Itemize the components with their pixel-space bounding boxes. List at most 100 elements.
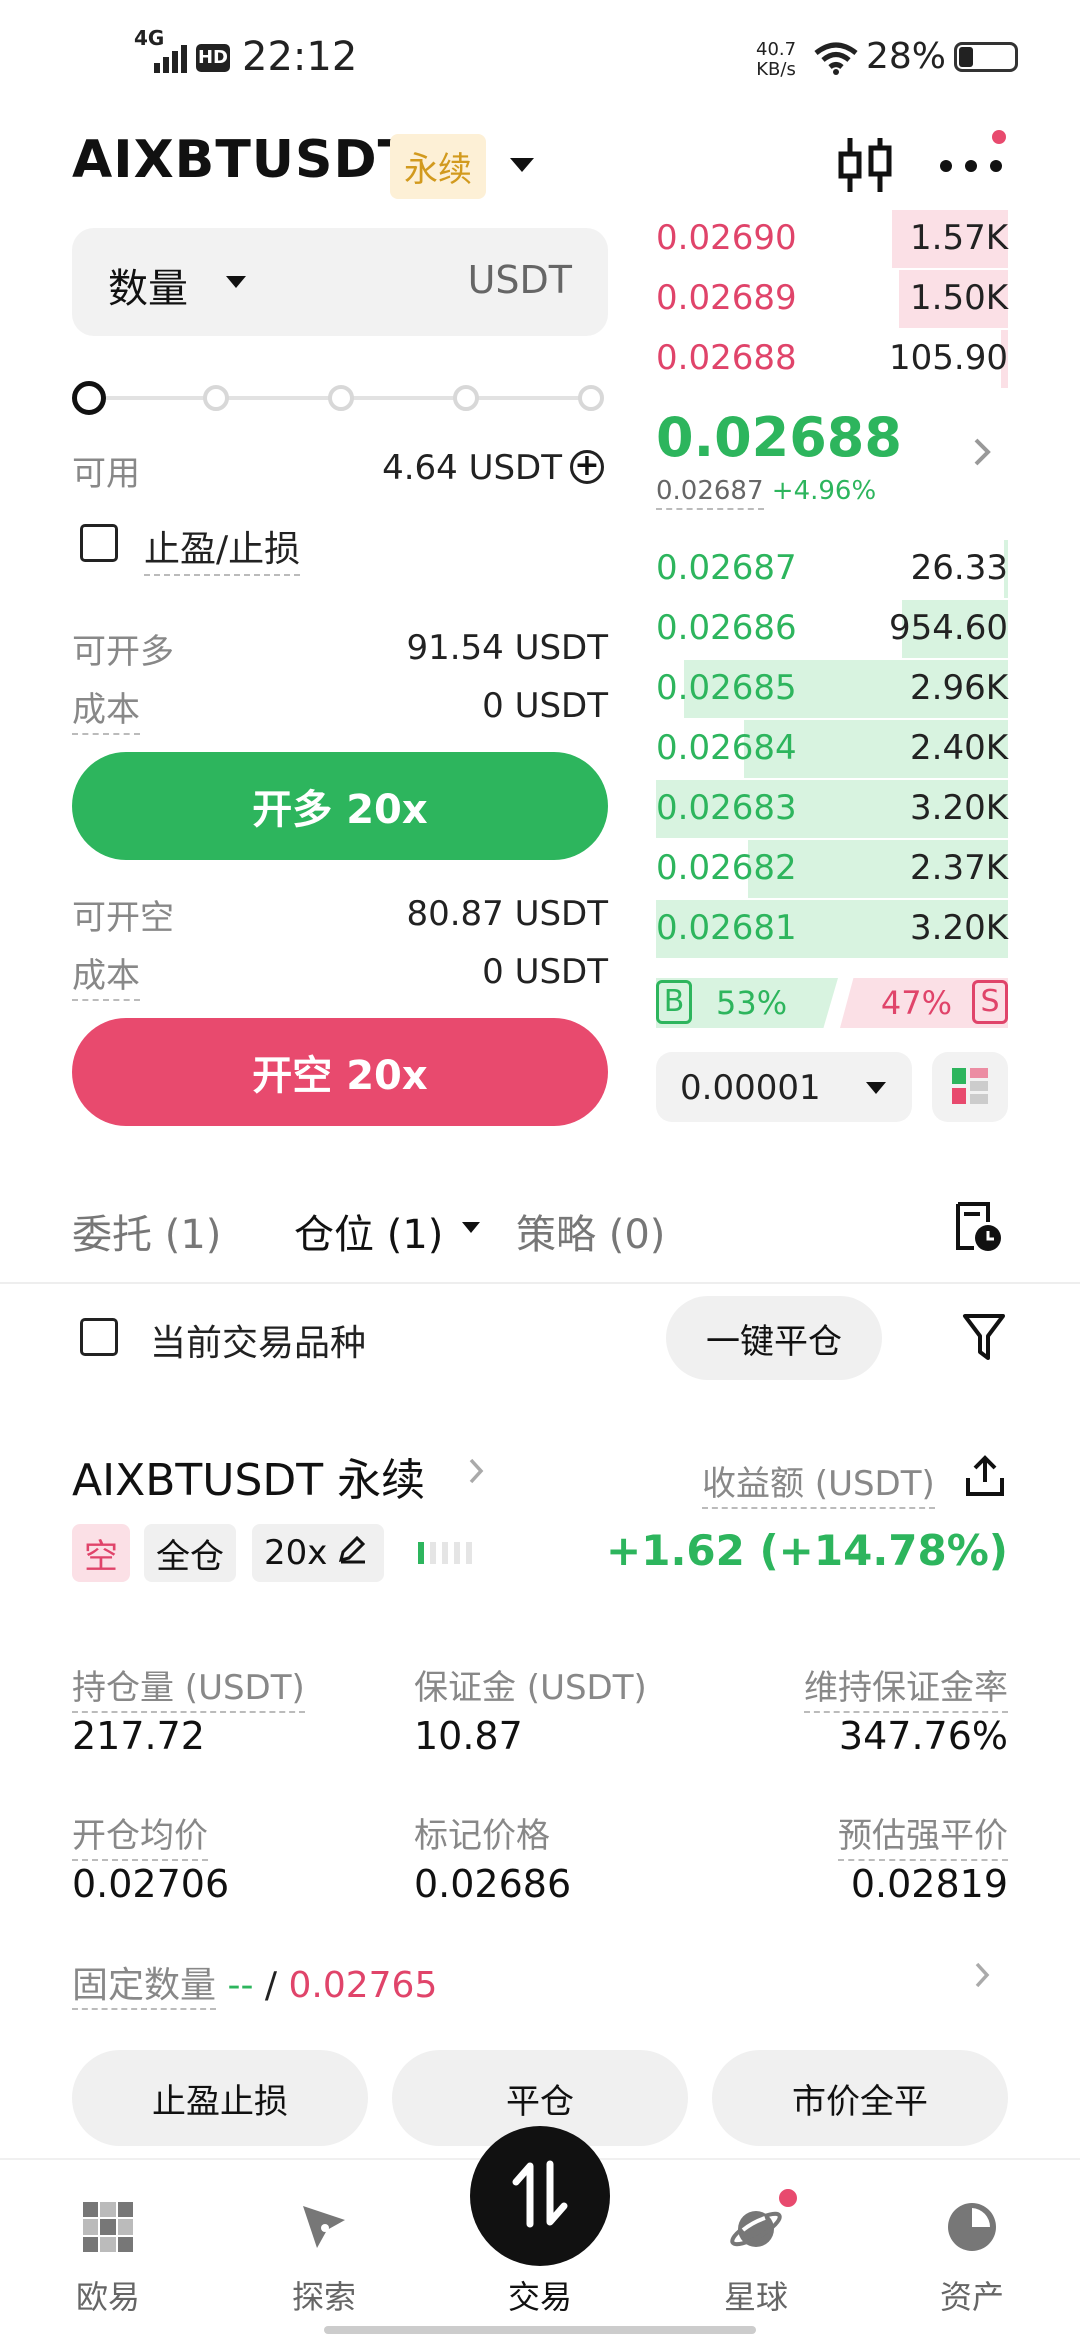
tp-sl-button[interactable]: 止盈止损 <box>72 2050 368 2146</box>
slider-stop-100[interactable] <box>578 385 604 411</box>
sell-tag: S <box>972 980 1008 1024</box>
slider-stop-75[interactable] <box>453 385 479 411</box>
bid-quantity: 954.60 <box>889 608 1008 648</box>
nav-label-explore: 探索 <box>291 2278 356 2316</box>
tab-strategies[interactable]: 策略 (0) <box>516 1202 665 1260</box>
tab-orders[interactable]: 委托 (1) <box>72 1202 221 1260</box>
share-icon[interactable] <box>964 1454 1006 1502</box>
quantity-mode-label[interactable]: 数量 <box>108 256 188 314</box>
short-cost-label: 成本 <box>72 948 140 1001</box>
nav-label-okx: 欧易 <box>75 2278 140 2316</box>
leverage-value: 20x <box>264 1533 328 1573</box>
symbol-dropdown-icon[interactable] <box>510 158 534 172</box>
precision-value: 0.00001 <box>680 1068 821 1108</box>
more-menu-icon[interactable] <box>938 158 1004 178</box>
current-symbol-checkbox[interactable] <box>80 1318 118 1356</box>
bid-quantity: 2.37K <box>910 848 1008 888</box>
tp-sl-label[interactable]: 止盈/止损 <box>144 520 301 576</box>
last-price[interactable]: 0.02688 <box>656 406 902 469</box>
trade-swap-icon <box>508 2158 572 2234</box>
leverage-chip[interactable]: 20x <box>252 1524 384 1582</box>
bid-price: 0.02682 <box>656 848 797 888</box>
nav-okx[interactable]: 欧易 <box>38 2160 178 2318</box>
ask-row[interactable]: 0.02689 1.50K <box>656 270 1008 328</box>
margin-mode-chip[interactable]: 全仓 <box>144 1524 236 1582</box>
bid-price: 0.02685 <box>656 668 797 708</box>
hd-badge: HD <box>196 44 230 72</box>
positions-dropdown-icon[interactable] <box>462 1222 480 1233</box>
compass-icon <box>297 2200 351 2254</box>
bid-row[interactable]: 0.02681 3.20K <box>656 900 1008 958</box>
pie-chart-icon <box>945 2200 999 2254</box>
ask-price: 0.02688 <box>656 338 797 378</box>
ask-row[interactable]: 0.02690 1.57K <box>656 210 1008 268</box>
open-short-button[interactable]: 开空 20x <box>72 1018 608 1126</box>
fixed-qty-chevron-icon[interactable] <box>974 1960 992 1994</box>
bid-price: 0.02681 <box>656 908 797 948</box>
mark-value: 0.02686 <box>414 1862 572 1906</box>
home-indicator[interactable] <box>324 2326 756 2334</box>
close-all-button[interactable]: 一键平仓 <box>666 1296 882 1380</box>
tp-sl-checkbox[interactable] <box>80 524 118 562</box>
mark-label: 标记价格 <box>414 1816 550 1856</box>
book-layout-icon[interactable] <box>932 1052 1008 1122</box>
ask-price: 0.02690 <box>656 218 797 258</box>
position-title[interactable]: AIXBTUSDT 永续 <box>72 1444 425 1508</box>
tabs-divider <box>0 1282 1080 1284</box>
quantity-unit[interactable]: USDT <box>468 258 572 302</box>
symbol-title[interactable]: AIXBTUSDT <box>72 130 414 190</box>
precision-select[interactable]: 0.00001 <box>656 1052 912 1122</box>
fixed-qty-row[interactable]: 固定数量 -- / 0.02765 <box>72 1956 437 2010</box>
current-symbol-label[interactable]: 当前交易品种 <box>150 1314 366 1366</box>
bid-row[interactable]: 0.02684 2.40K <box>656 720 1008 778</box>
long-max-value: 91.54 USDT <box>406 628 608 668</box>
nav-assets[interactable]: 资产 <box>902 2160 1042 2318</box>
nav-explore[interactable]: 探索 <box>254 2160 394 2318</box>
nav-planet[interactable]: 星球 <box>686 2160 826 2318</box>
nav-trade[interactable]: 交易 <box>470 2224 610 2318</box>
available-value: 4.64 USDT <box>382 448 562 488</box>
size-label: 持仓量 (USDT) <box>72 1660 305 1713</box>
tab-positions[interactable]: 仓位 (1) <box>294 1202 443 1260</box>
bid-row[interactable]: 0.02685 2.96K <box>656 660 1008 718</box>
slider-stop-25[interactable] <box>203 385 229 411</box>
bid-row[interactable]: 0.02683 3.20K <box>656 780 1008 838</box>
ask-row[interactable]: 0.02688 105.90 <box>656 330 1008 388</box>
nav-label-planet: 星球 <box>723 2278 788 2316</box>
bid-row[interactable]: 0.02682 2.37K <box>656 840 1008 898</box>
candlestick-chart-icon[interactable] <box>836 134 894 200</box>
mmr-label: 维持保证金率 <box>804 1660 1008 1713</box>
sell-percent: 47% <box>880 984 952 1022</box>
liq-label: 预估强平价 <box>838 1808 1008 1861</box>
open-long-button[interactable]: 开多 20x <box>72 752 608 860</box>
price-change: +4.96% <box>771 476 877 506</box>
slider-handle[interactable] <box>72 381 106 415</box>
quantity-mode-dropdown-icon[interactable] <box>226 276 246 288</box>
pnl-value: +1.62 (+14.78%) <box>606 1526 1008 1575</box>
market-close-all-button[interactable]: 市价全平 <box>712 2050 1008 2146</box>
liq-value: 0.02819 <box>850 1862 1008 1906</box>
edit-pencil-icon[interactable] <box>337 1533 367 1573</box>
buy-percent: 53% <box>716 984 788 1022</box>
short-max-label: 可开空 <box>72 898 174 938</box>
ask-price: 0.02689 <box>656 278 797 318</box>
quantity-input[interactable]: 数量 USDT <box>72 228 608 336</box>
chevron-right-icon[interactable] <box>972 436 994 472</box>
buy-sell-ratio: B 53% 47% S <box>656 978 1008 1028</box>
filter-icon[interactable] <box>962 1312 1006 1366</box>
position-chevron-icon[interactable] <box>468 1456 486 1490</box>
order-history-icon[interactable] <box>952 1200 1004 1258</box>
slider-stop-50[interactable] <box>328 385 354 411</box>
bid-row[interactable]: 0.02686 954.60 <box>656 600 1008 658</box>
transfer-plus-icon[interactable]: + <box>570 450 604 484</box>
side-chip: 空 <box>72 1524 130 1582</box>
ask-quantity: 1.50K <box>910 278 1008 318</box>
bid-row[interactable]: 0.02687 26.33 <box>656 540 1008 598</box>
buy-tag: B <box>656 980 692 1024</box>
short-cost-value: 0 USDT <box>482 952 608 992</box>
pnl-label[interactable]: 收益额 (USDT) <box>702 1456 935 1509</box>
margin-value: 10.87 <box>414 1714 523 1758</box>
bid-quantity: 26.33 <box>910 548 1008 588</box>
mark-price-row: 0.02687 +4.96% <box>656 476 877 510</box>
wifi-icon <box>814 40 858 84</box>
